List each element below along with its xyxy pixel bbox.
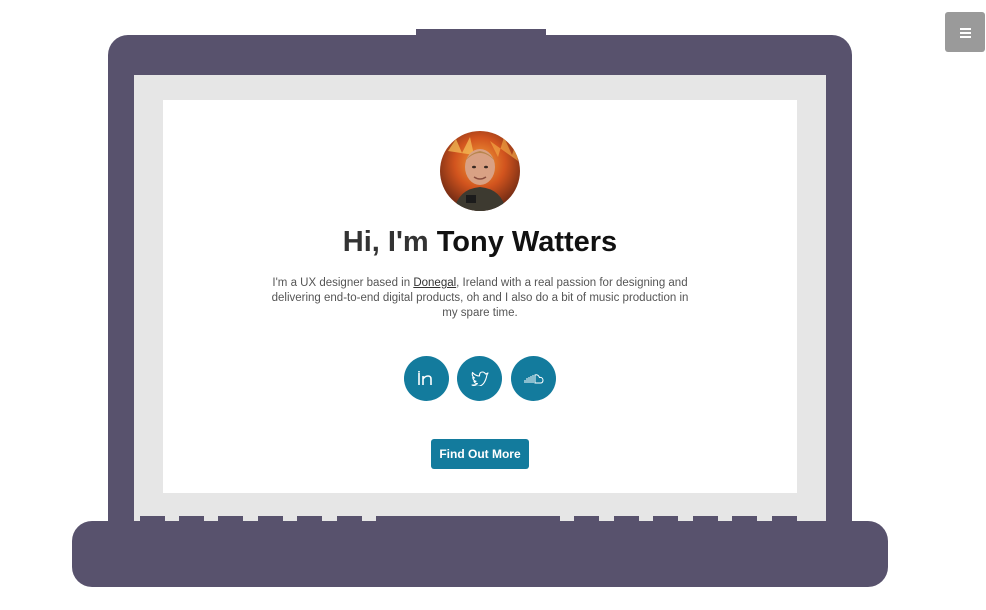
laptop-base xyxy=(72,521,888,587)
twitter-icon xyxy=(470,371,489,386)
keyboard-key xyxy=(218,516,243,526)
keyboard-key xyxy=(693,516,718,526)
donegal-link[interactable]: Donegal xyxy=(413,277,456,289)
keyboard-key xyxy=(140,516,165,526)
keyboard-key xyxy=(337,516,362,526)
keyboard-key xyxy=(258,516,283,526)
keyboard-key xyxy=(297,516,322,526)
keyboard-key xyxy=(179,516,204,526)
keyboard-key xyxy=(574,516,599,526)
keyboard-key xyxy=(614,516,639,526)
soundcloud-button[interactable] xyxy=(511,356,556,401)
avatar xyxy=(440,131,520,211)
keyboard-spacebar xyxy=(376,516,560,526)
keyboard-key xyxy=(732,516,757,526)
owner-name: Tony Watters xyxy=(436,226,618,258)
twitter-button[interactable] xyxy=(457,356,502,401)
bio-text-start: I'm a UX designer based in xyxy=(272,277,414,289)
hamburger-icon xyxy=(959,27,971,38)
soundcloud-icon xyxy=(524,373,544,383)
greeting-text: Hi, I'm xyxy=(342,226,429,258)
laptop-screen: Hi, I'm Tony Watters I'm a UX designer b… xyxy=(163,100,797,493)
linkedin-button[interactable] xyxy=(404,356,449,401)
page-title: Hi, I'm Tony Watters xyxy=(163,226,797,259)
keyboard-key xyxy=(772,516,797,526)
linkedin-icon xyxy=(417,370,432,385)
keyboard-key xyxy=(653,516,678,526)
bio-text: I'm a UX designer based in Donegal, Irel… xyxy=(263,276,697,321)
find-out-more-button[interactable]: Find Out More xyxy=(431,439,529,469)
menu-toggle-button[interactable] xyxy=(945,12,985,52)
